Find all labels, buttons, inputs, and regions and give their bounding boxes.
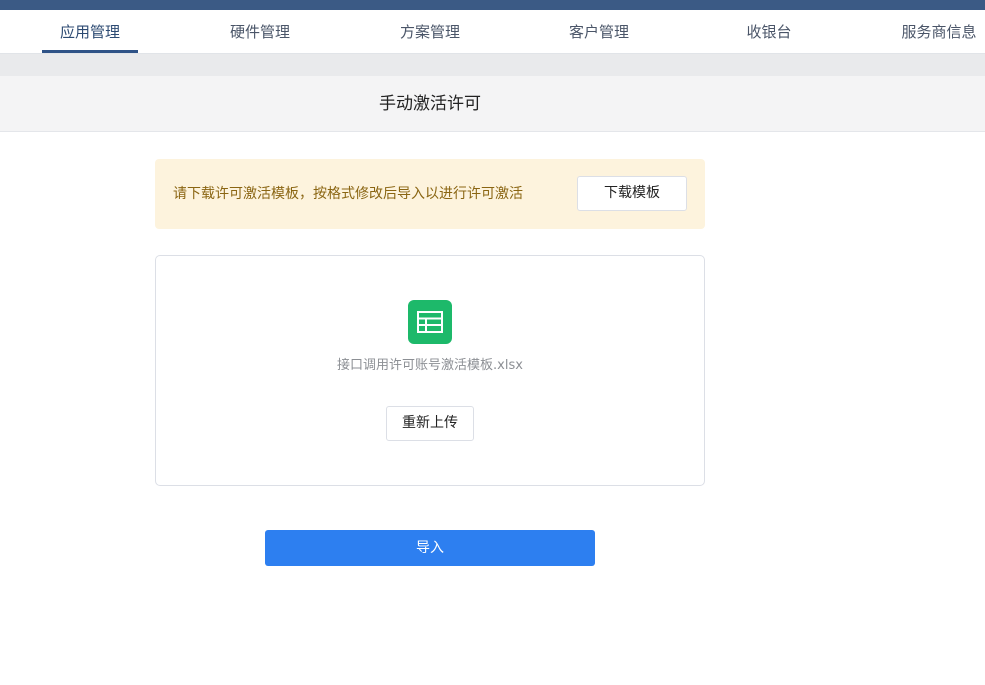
page-title: 手动激活许可 bbox=[379, 94, 481, 114]
reupload-button[interactable]: 重新上传 bbox=[386, 406, 474, 441]
tab-app-management[interactable]: 应用管理 bbox=[42, 10, 138, 53]
download-template-button[interactable]: 下载模板 bbox=[577, 176, 687, 211]
active-tab-indicator bbox=[42, 50, 138, 53]
spreadsheet-file-icon bbox=[408, 300, 452, 344]
tab-label: 硬件管理 bbox=[229, 23, 290, 41]
tab-label: 应用管理 bbox=[59, 23, 120, 41]
content-top-gap bbox=[0, 54, 985, 76]
tab-solution-management[interactable]: 方案管理 bbox=[382, 10, 478, 53]
info-notice: 请下载许可激活模板，按格式修改后导入以进行许可激活 下载模板 bbox=[155, 159, 705, 229]
tab-label: 服务商信息 bbox=[901, 23, 977, 41]
tab-label: 收银台 bbox=[746, 23, 792, 41]
tab-cashier[interactable]: 收银台 bbox=[729, 10, 809, 53]
tab-hardware-management[interactable]: 硬件管理 bbox=[212, 10, 308, 53]
notice-text: 请下载许可激活模板，按格式修改后导入以进行许可激活 bbox=[173, 186, 523, 202]
tab-label: 客户管理 bbox=[568, 23, 629, 41]
tab-provider-info[interactable]: 服务商信息 bbox=[893, 10, 985, 53]
top-header-strip bbox=[0, 0, 985, 10]
upload-area: 接口调用许可账号激活模板.xlsx 重新上传 bbox=[155, 255, 705, 486]
import-button[interactable]: 导入 bbox=[265, 530, 595, 566]
tab-customer-management[interactable]: 客户管理 bbox=[551, 10, 647, 53]
main-nav: 应用管理 硬件管理 方案管理 客户管理 收银台 服务商信息 bbox=[0, 10, 985, 54]
page-title-bar: 手动激活许可 bbox=[0, 76, 985, 132]
uploaded-file-name: 接口调用许可账号激活模板.xlsx bbox=[337, 358, 523, 373]
tab-label: 方案管理 bbox=[399, 23, 460, 41]
